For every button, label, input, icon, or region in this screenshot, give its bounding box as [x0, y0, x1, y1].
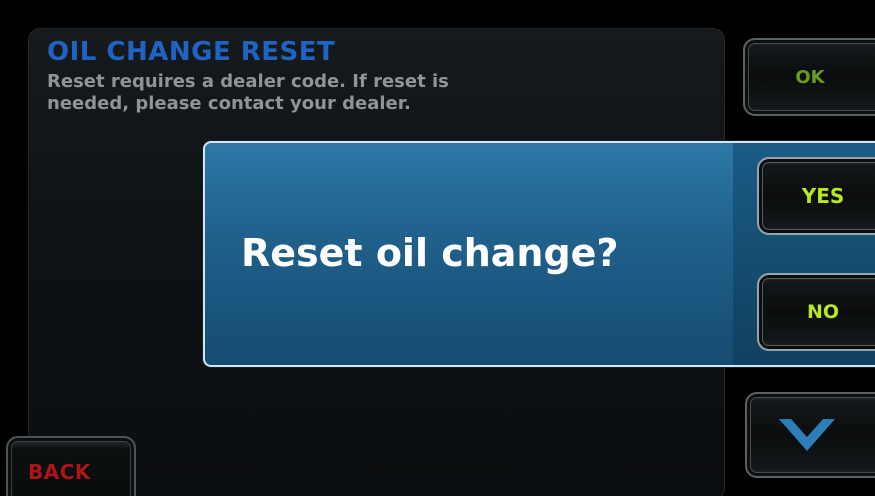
confirm-dialog: Reset oil change? YES NO [203, 141, 875, 367]
yes-button[interactable]: YES [757, 157, 875, 235]
no-button[interactable]: NO [757, 273, 875, 351]
yes-button-label: YES [801, 184, 845, 208]
chevron-down-icon [779, 419, 835, 451]
info-body: Reset requires a dealer code. If reset i… [47, 71, 449, 114]
ok-button[interactable]: OK [743, 38, 875, 116]
dialog-button-strip: YES NO [733, 143, 875, 365]
dialog-question: Reset oil change? [241, 231, 619, 275]
back-button[interactable]: BACK [6, 436, 136, 496]
ok-button-label: OK [795, 66, 825, 88]
no-button-label: NO [806, 301, 840, 323]
screen: OIL CHANGE RESET Reset requires a dealer… [0, 0, 875, 496]
info-title: OIL CHANGE RESET [47, 37, 336, 67]
scroll-down-button[interactable] [745, 392, 875, 478]
back-button-label: BACK [28, 460, 91, 484]
